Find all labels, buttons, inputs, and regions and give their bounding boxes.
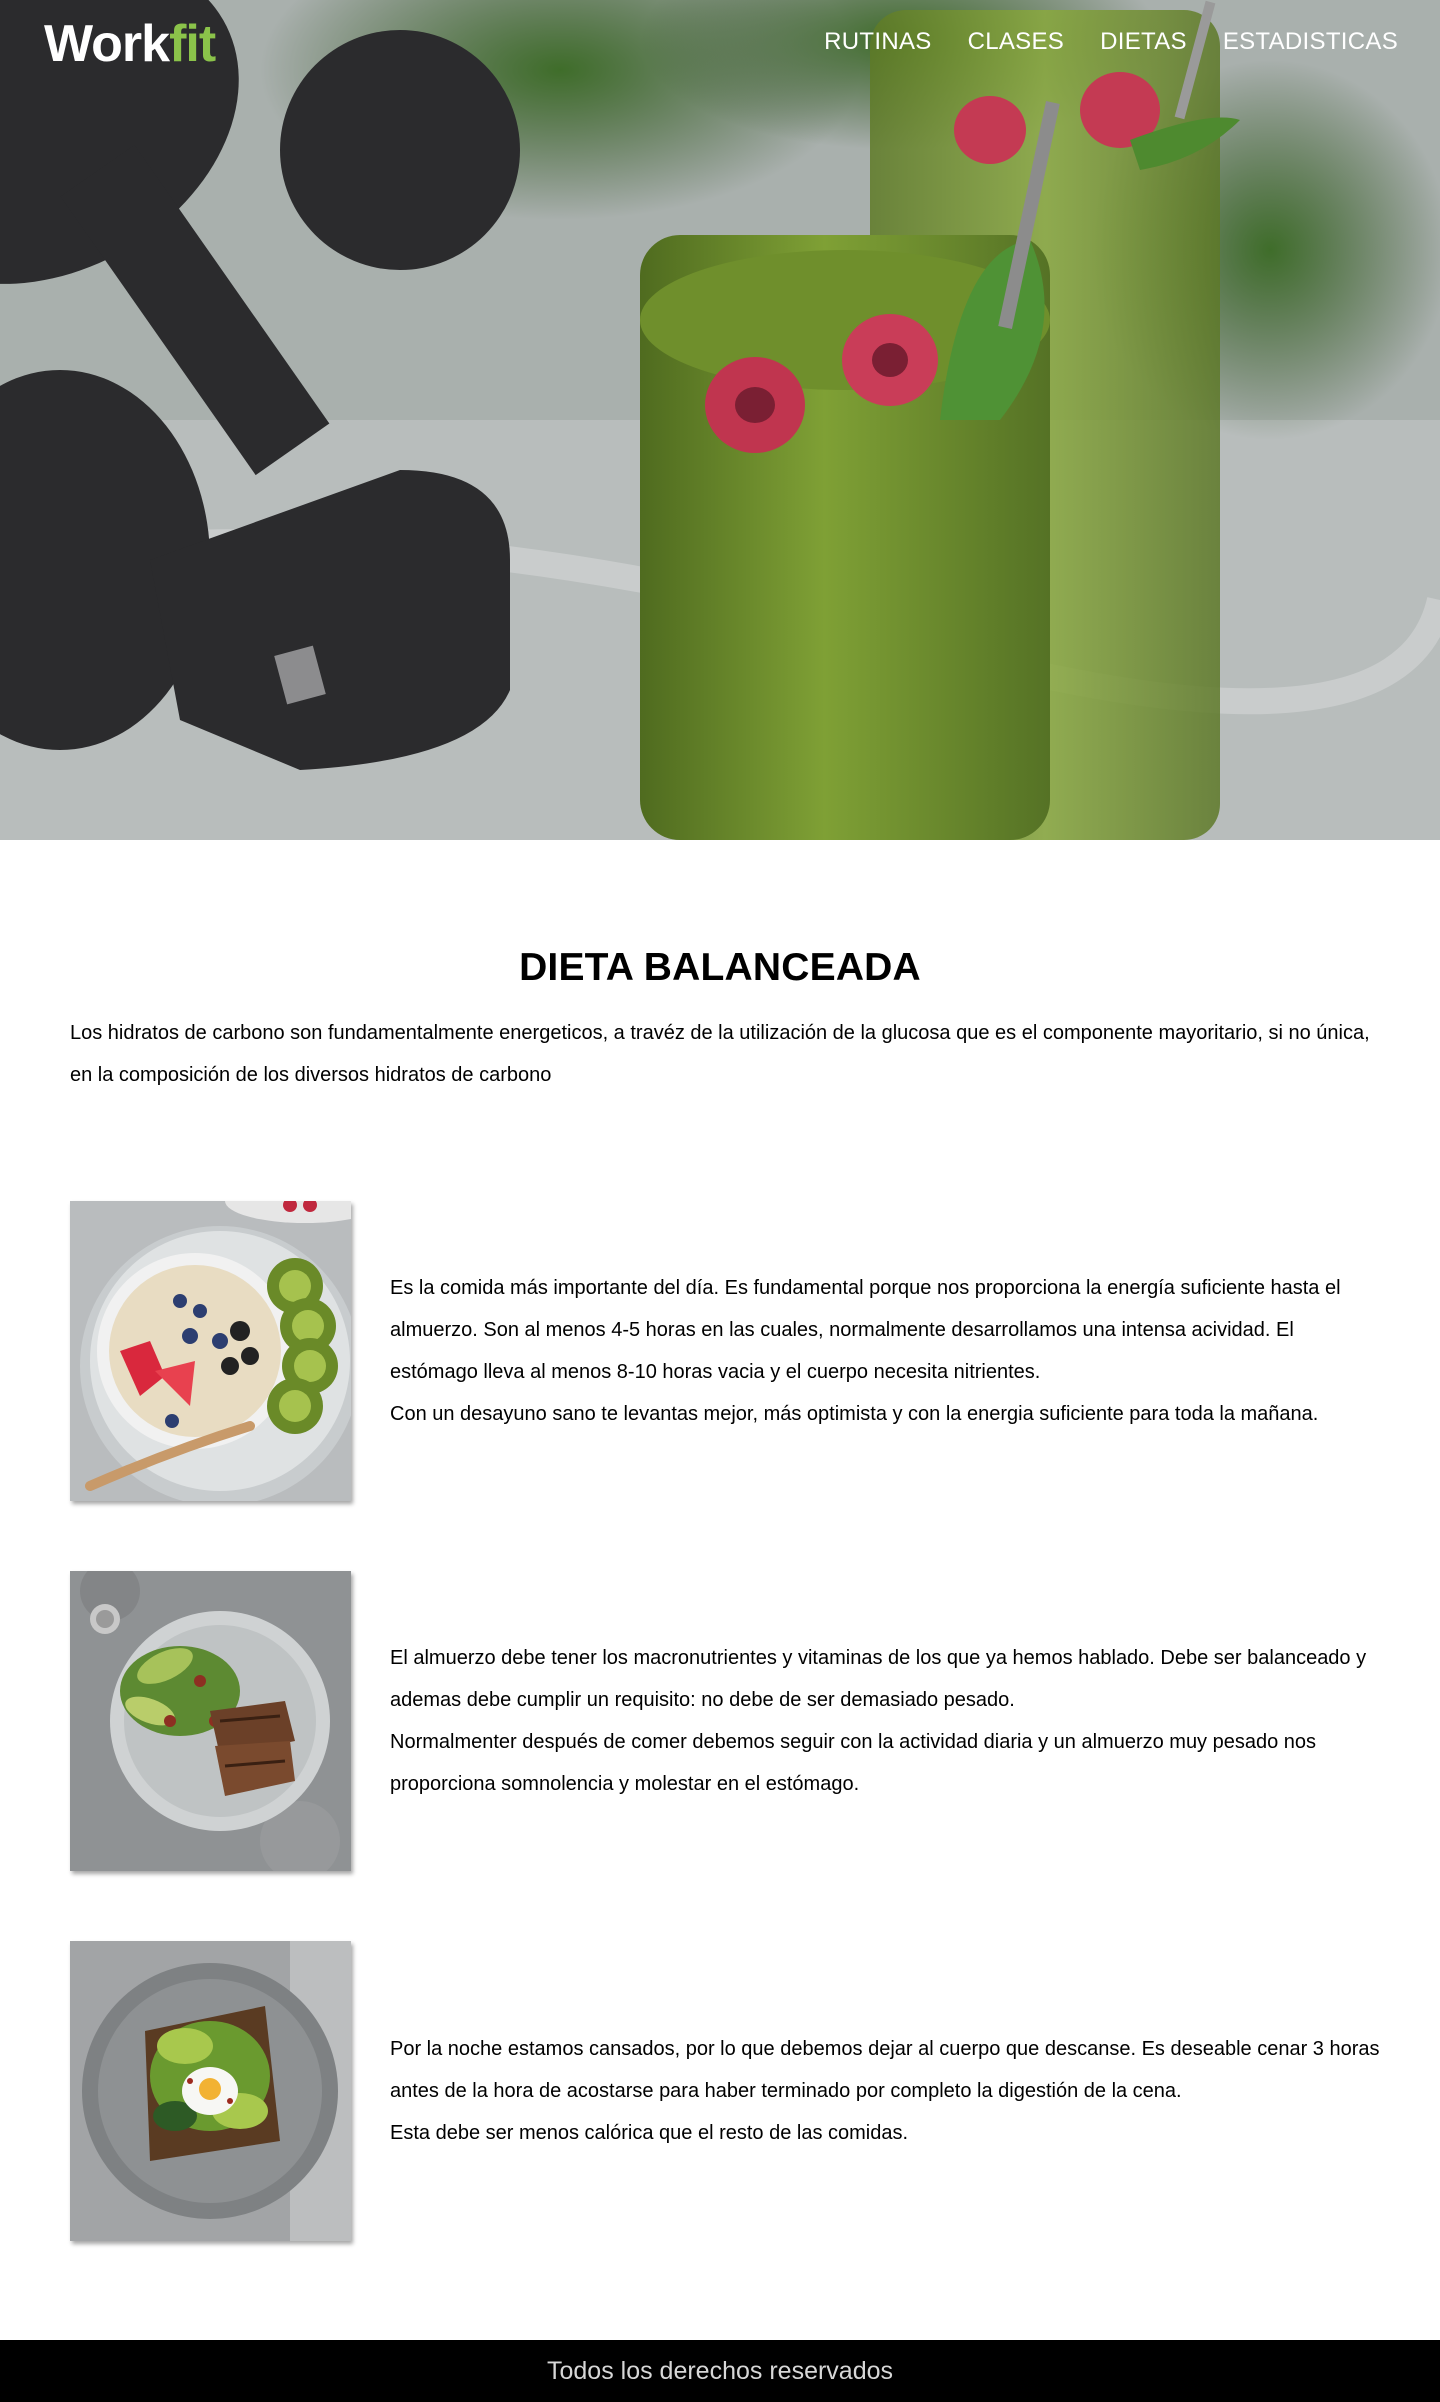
nav-link-rutinas[interactable]: RUTINAS [824, 28, 931, 56]
hero-banner: Workfit RUTINAS CLASES DIETAS ESTADISTIC… [0, 0, 1440, 840]
logo-text-fit: fit [169, 15, 216, 73]
nav-link-clases[interactable]: CLASES [968, 28, 1065, 56]
main-nav: RUTINAS CLASES DIETAS ESTADISTICAS [824, 28, 1398, 56]
meal-row-breakfast: Es la comida más importante del día. Es … [70, 1201, 1370, 1501]
intro-paragraph: Los hidratos de carbono son fundamentalm… [70, 1022, 1370, 1086]
breakfast-paragraph-2: Con un desayuno sano te levantas mejor, … [390, 1403, 1319, 1425]
dinner-image [70, 1941, 351, 2241]
dinner-description: Por la noche estamos cansados, por lo qu… [390, 1941, 1380, 2241]
nav-link-estadisticas[interactable]: ESTADISTICAS [1223, 28, 1398, 56]
lunch-paragraph-2: Normalmenter después de comer debemos se… [390, 1731, 1317, 1795]
site-footer: Todos los derechos reservados [0, 2340, 1440, 2402]
lunch-paragraph-1: El almuerzo debe tener los macronutrient… [390, 1647, 1367, 1711]
page-title: DIETA BALANCEADA [519, 946, 921, 989]
nav-link-dietas[interactable]: DIETAS [1100, 28, 1187, 56]
workfit-logo[interactable]: Workfit [44, 14, 216, 74]
dinner-paragraph-2: Esta debe ser menos calórica que el rest… [390, 2122, 909, 2144]
meal-row-dinner: Por la noche estamos cansados, por lo qu… [70, 1941, 1380, 2241]
breakfast-image [70, 1201, 351, 1501]
lunch-description: El almuerzo debe tener los macronutrient… [390, 1571, 1380, 1871]
logo-text-work: Work [44, 15, 170, 73]
breakfast-description: Es la comida más importante del día. Es … [390, 1201, 1380, 1501]
lunch-image [70, 1571, 351, 1871]
meal-row-lunch: El almuerzo debe tener los macronutrient… [70, 1571, 1370, 1871]
footer-copyright: Todos los derechos reservados [546, 2356, 894, 2385]
dinner-paragraph-1: Por la noche estamos cansados, por lo qu… [390, 2038, 1380, 2102]
breakfast-paragraph-1: Es la comida más importante del día. Es … [390, 1277, 1341, 1383]
hero-image-dumbbells-green-smoothies [0, 0, 1440, 840]
